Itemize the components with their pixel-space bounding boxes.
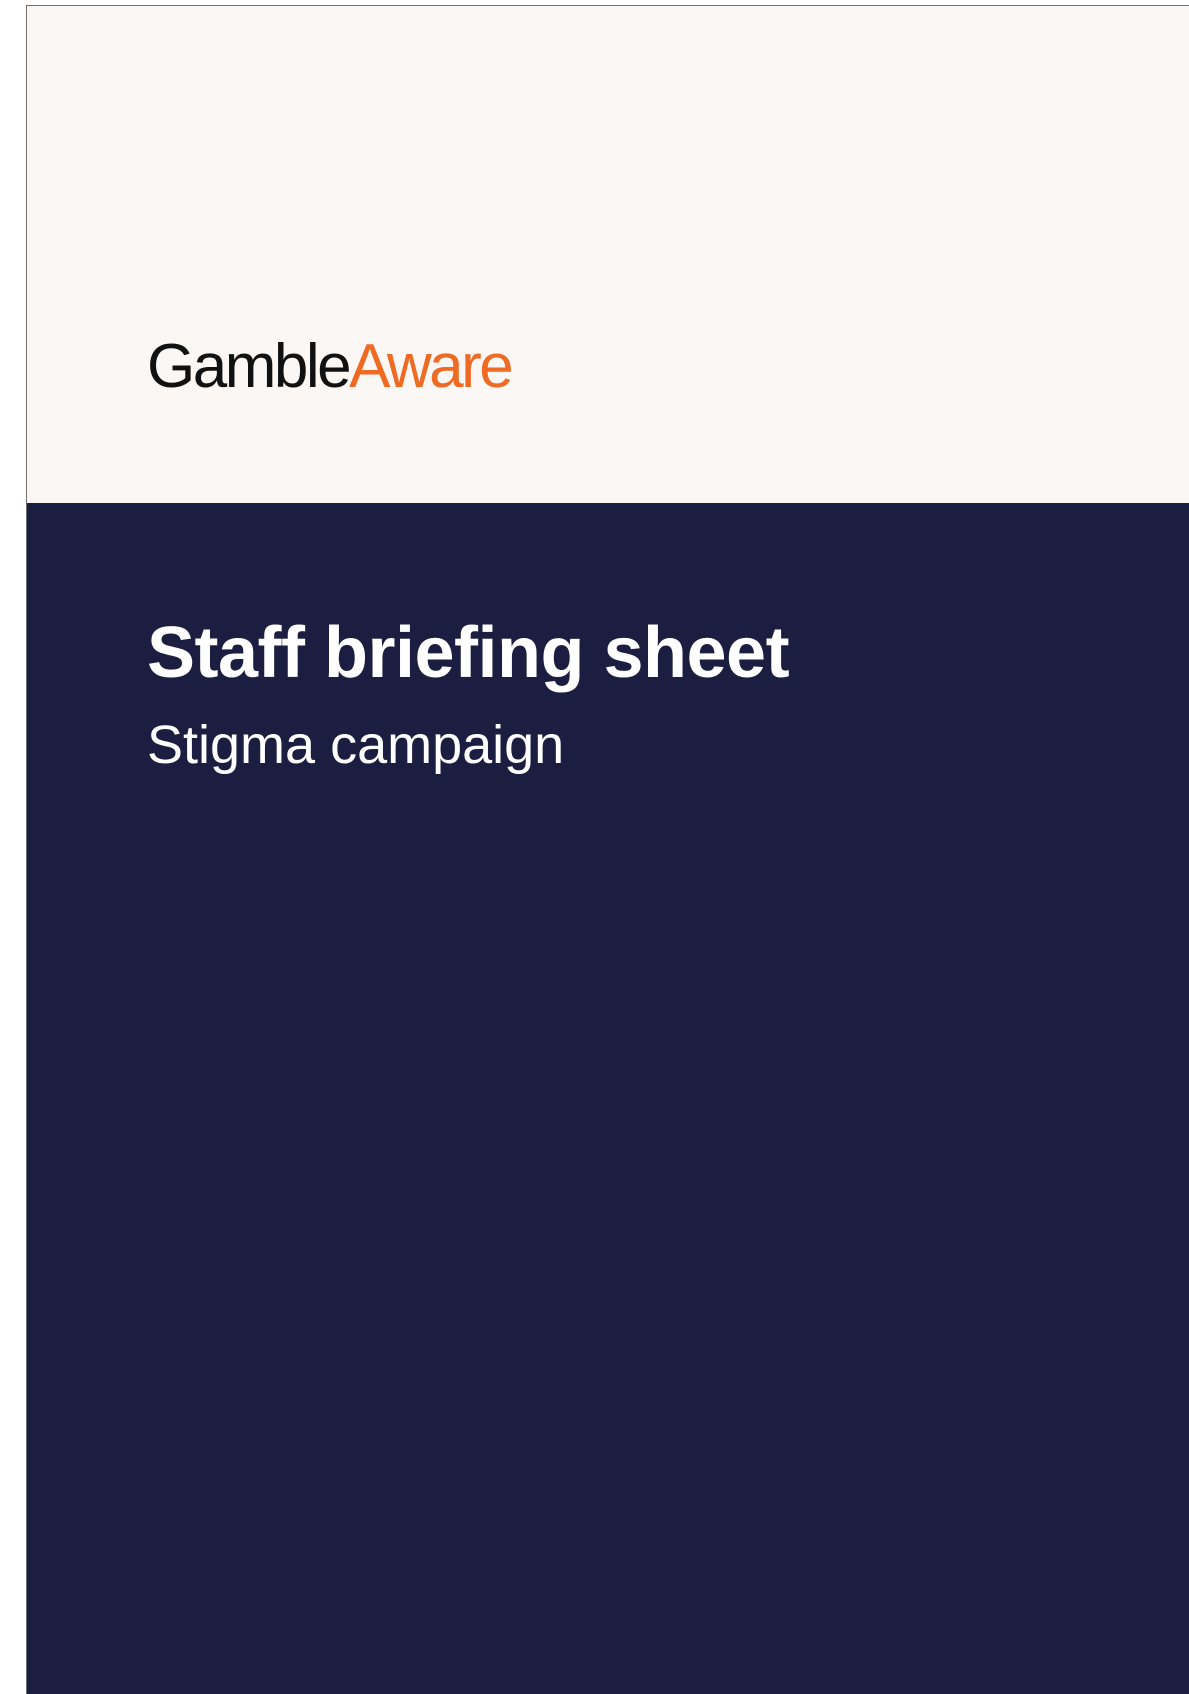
page-title: Staff briefing sheet: [147, 613, 790, 693]
gambleaware-logo: GambleAware: [147, 332, 514, 402]
header-band: GambleAware: [27, 6, 1189, 503]
document-page: GambleAware Staff briefing sheet Stigma …: [26, 5, 1189, 1694]
cover-body-band: Staff briefing sheet Stigma campaign: [27, 503, 1189, 1694]
page-subtitle: Stigma campaign: [147, 715, 565, 775]
logo-text-aware: Aware: [349, 332, 514, 401]
logo-text-gamble: Gamble: [147, 332, 352, 401]
